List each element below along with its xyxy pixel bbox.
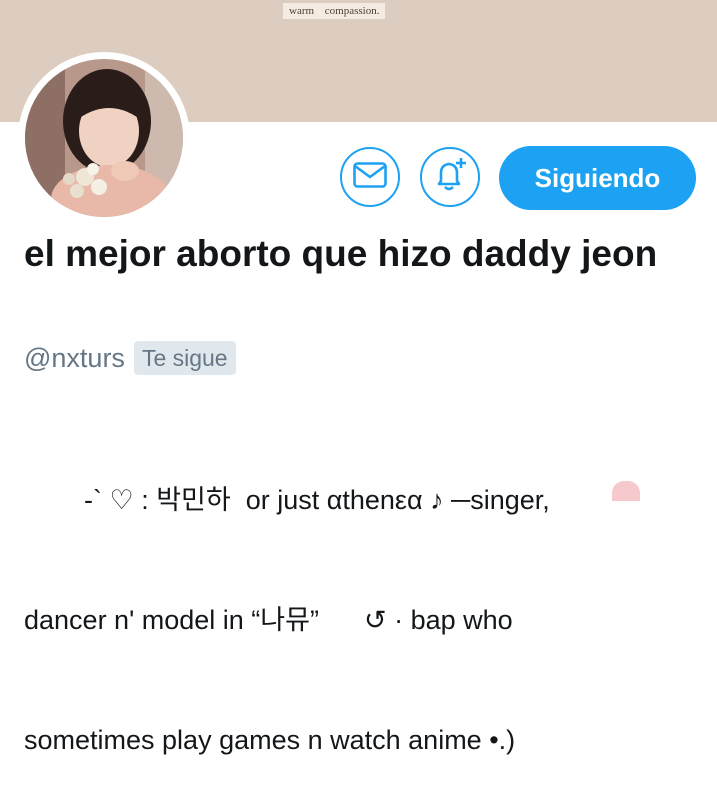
message-button[interactable] [340, 147, 400, 207]
follows-you-badge: Te sigue [133, 341, 236, 375]
handle-row: @nxturs Te sigue [24, 340, 236, 376]
bio-line: dancer n' model in “나뮤” ↺ · bap who [24, 605, 513, 635]
bio-line: sometimes play games n watch anime •.) [24, 725, 516, 755]
banner-caption: warm compassion. [283, 3, 386, 19]
pig-emoji-icon [612, 481, 640, 501]
envelope-icon [353, 161, 387, 193]
avatar[interactable] [18, 52, 190, 224]
bell-plus-icon [431, 156, 469, 199]
user-handle: @nxturs [24, 342, 125, 373]
profile-bio: -` ♡ : 박민하 or just αthenεα ♪ ─singer, da… [24, 400, 704, 800]
notifications-button[interactable] [420, 147, 480, 207]
avatar-photo [25, 59, 183, 217]
following-button[interactable]: Siguiendo [499, 146, 696, 210]
display-name: el mejor aborto que hizo daddy jeon [24, 233, 658, 274]
bio-line: -` ♡ : 박민하 or just αthenεα ♪ ─singer, [24, 485, 550, 515]
